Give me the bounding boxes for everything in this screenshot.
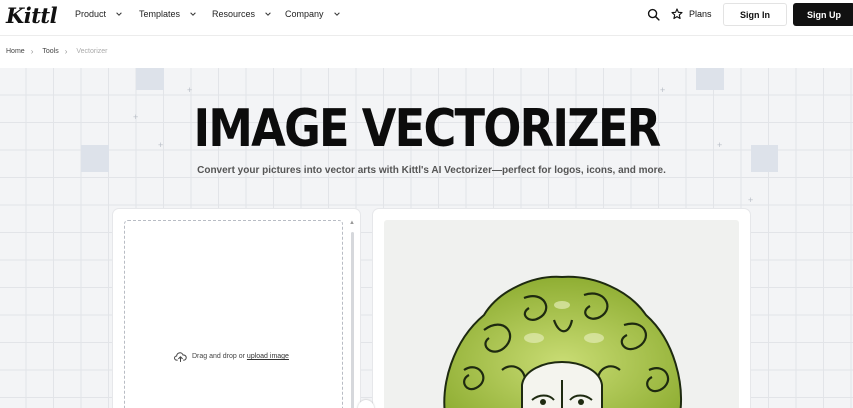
chevron-down-icon — [333, 12, 340, 16]
nav-item-company[interactable]: Company — [285, 9, 341, 19]
nav-item-label: Resources — [212, 9, 256, 19]
sparkle-icon: + — [660, 85, 666, 95]
nav-item-product[interactable]: Product — [75, 9, 123, 19]
chevron-right-icon: › — [30, 47, 34, 56]
nav-item-label: Product — [75, 9, 107, 19]
breadcrumb-current: Vectorizer — [76, 48, 108, 55]
sparkle-icon: + — [187, 85, 193, 95]
nav-divider — [0, 35, 853, 36]
grid-tile — [136, 68, 164, 90]
nav-item-templates[interactable]: Templates — [139, 9, 197, 19]
upload-dropzone[interactable] — [124, 220, 343, 408]
plans-link[interactable]: Plans — [671, 8, 712, 20]
sign-in-button[interactable]: Sign In — [723, 3, 787, 26]
medusa-illustration — [443, 275, 682, 408]
nav-item-label: Templates — [139, 9, 181, 19]
top-navbar: Kittl Product Templates Resources Compan… — [0, 0, 853, 30]
chevron-down-icon — [116, 12, 122, 16]
sign-up-button[interactable]: Sign Up — [793, 3, 853, 26]
nav-item-label: Company — [285, 9, 324, 19]
kittl-logo[interactable]: Kittl — [6, 3, 58, 28]
search-icon[interactable] — [647, 8, 660, 21]
cloud-upload-icon — [174, 352, 187, 362]
page-subtitle: Convert your pictures into vector arts w… — [197, 165, 666, 176]
upload-prompt: Drag and drop or upload image — [174, 351, 289, 362]
plans-label: Plans — [689, 9, 712, 19]
scroll-up-icon[interactable]: ▲ — [349, 220, 355, 226]
star-icon — [671, 8, 683, 20]
chevron-down-icon — [190, 12, 196, 16]
upload-prompt-text: Drag and drop or — [192, 353, 245, 360]
chevron-right-icon: › — [64, 47, 68, 56]
upload-image-link[interactable]: upload image — [247, 353, 289, 360]
sparkle-icon: + — [748, 195, 754, 205]
chevron-down-icon — [265, 12, 271, 16]
nav-item-resources[interactable]: Resources — [212, 9, 272, 19]
page-title: IMAGE VECTORIZER — [193, 99, 661, 159]
breadcrumb-tools[interactable]: Tools — [42, 48, 58, 55]
breadcrumb-home[interactable]: Home — [6, 48, 25, 55]
scrollbar[interactable]: ▲ — [349, 220, 355, 408]
breadcrumb: Home › Tools › Vectorizer — [6, 47, 108, 56]
scrollbar-track[interactable] — [351, 232, 354, 408]
vectorized-preview — [384, 220, 739, 408]
grid-tile — [696, 68, 724, 90]
